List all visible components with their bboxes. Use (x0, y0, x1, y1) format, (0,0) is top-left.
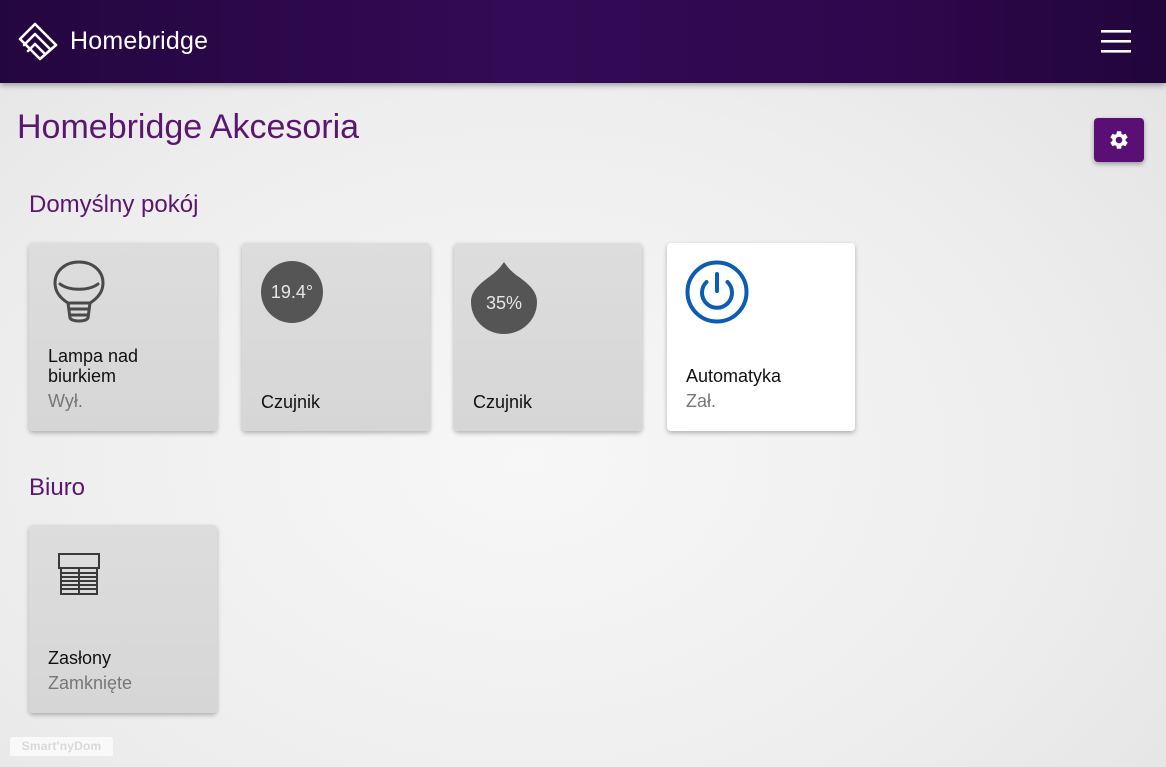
brand-link[interactable]: Homebridge (16, 18, 208, 64)
humidity-value: 35% (485, 293, 523, 313)
accessory-name: Czujnik (473, 392, 533, 412)
settings-button[interactable] (1094, 118, 1144, 162)
power-icon (685, 260, 749, 324)
top-navbar: Homebridge (0, 0, 1166, 83)
accessory-status: Zamknięte (48, 673, 133, 693)
accessory-status: Wył. (48, 391, 83, 411)
hamburger-menu-icon (1101, 30, 1131, 53)
room-title: Domyślny pokój (29, 191, 199, 218)
accessory-tile-automation[interactable]: Automatyka Zał. (667, 243, 855, 431)
accessory-status: Zał. (686, 391, 717, 411)
accessory-tile-blinds[interactable]: Zasłony Zamknięte (29, 525, 217, 713)
accessory-name: Automatyka (686, 366, 782, 386)
accessory-tile-humidity-sensor[interactable]: 35% Czujnik (454, 243, 642, 431)
accessory-name: Lampa nad biurkiem (48, 346, 139, 386)
accessory-tile-temperature-sensor[interactable]: 19.4° Czujnik (242, 243, 430, 431)
watermark: Smart'nyDom (10, 737, 113, 756)
window-blinds-icon (58, 553, 100, 595)
gear-icon (1110, 131, 1128, 149)
page-title: Homebridge Akcesoria (17, 108, 360, 146)
accessory-tile-lamp[interactable]: Lampa nad biurkiem Wył. (29, 243, 217, 431)
accessory-name: Czujnik (261, 392, 321, 412)
room-title: Biuro (29, 474, 86, 501)
homebridge-logo-icon (18, 22, 58, 61)
accessory-name: Zasłony (48, 648, 112, 668)
temperature-value: 19.4° (270, 282, 314, 302)
lightbulb-icon (53, 260, 105, 323)
app-name: Homebridge (70, 26, 209, 55)
menu-button[interactable] (1096, 24, 1136, 58)
